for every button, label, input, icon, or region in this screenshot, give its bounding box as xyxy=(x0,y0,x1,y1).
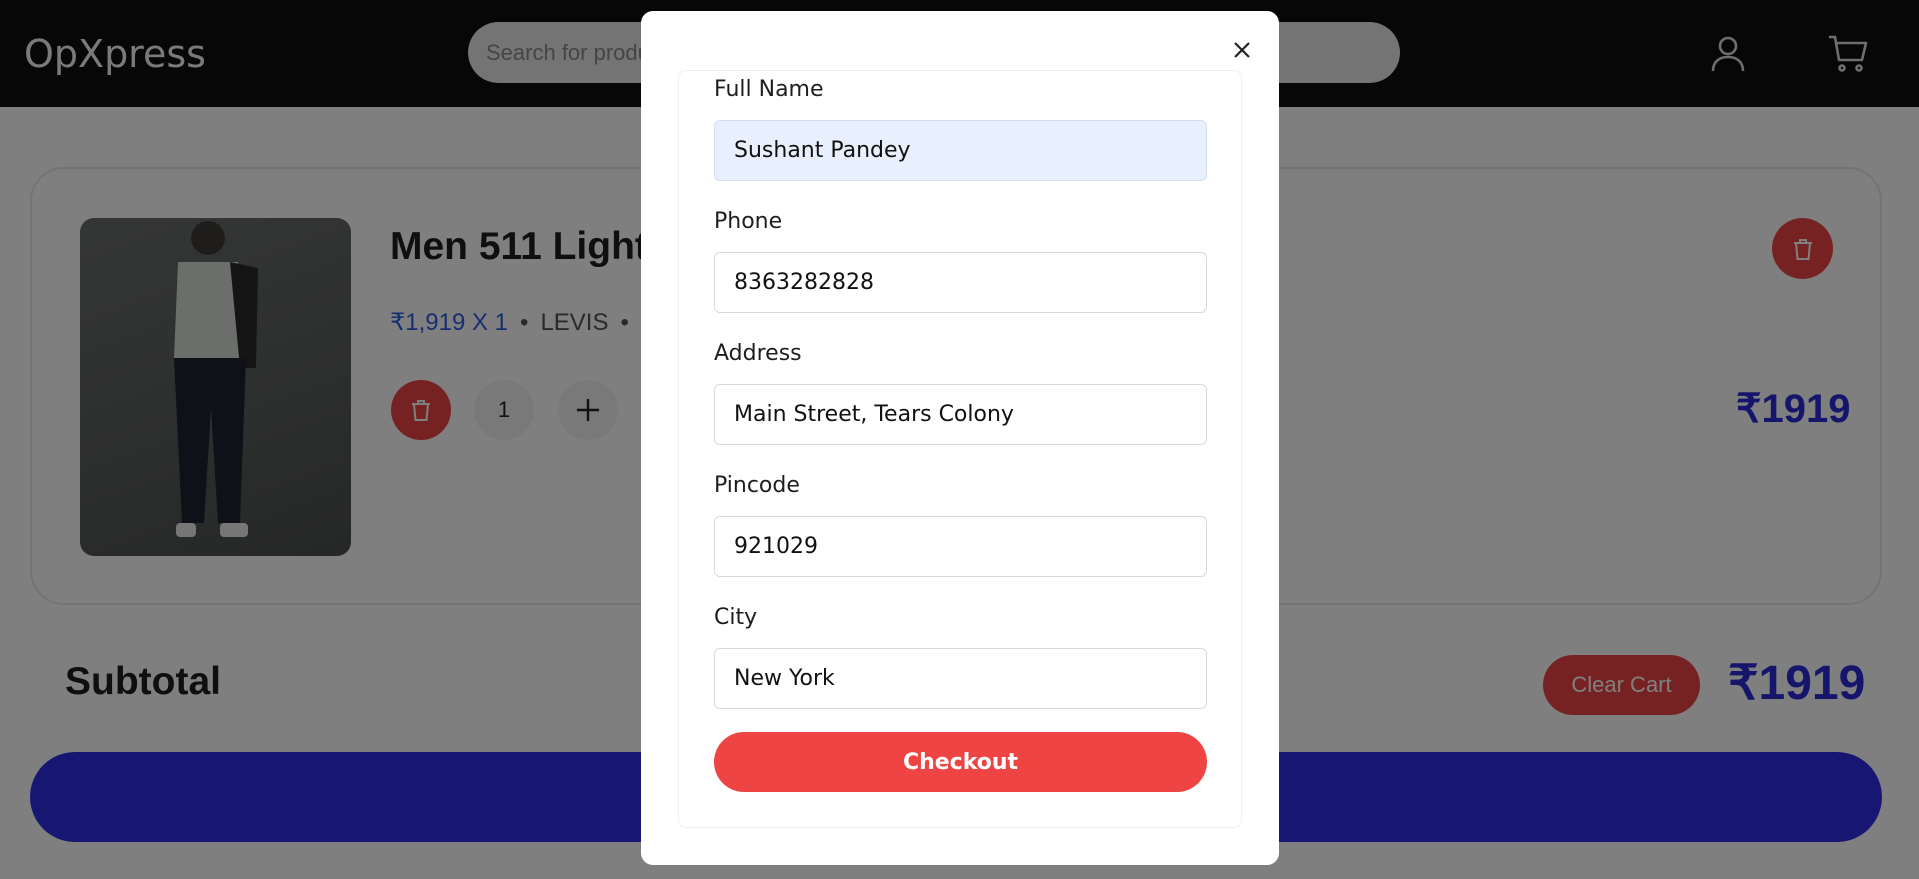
address-field[interactable] xyxy=(714,384,1207,445)
close-icon[interactable] xyxy=(1226,34,1258,66)
phone-label: Phone xyxy=(714,209,783,234)
shipping-form xyxy=(678,70,1242,828)
phone-field[interactable] xyxy=(714,252,1207,313)
checkout-button[interactable]: Checkout xyxy=(714,732,1207,792)
address-label: Address xyxy=(714,341,802,366)
city-field[interactable] xyxy=(714,648,1207,709)
full-name-label: Full Name xyxy=(714,77,824,102)
full-name-field[interactable] xyxy=(714,120,1207,181)
city-label: City xyxy=(714,605,758,630)
pincode-field[interactable] xyxy=(714,516,1207,577)
pincode-label: Pincode xyxy=(714,473,800,498)
